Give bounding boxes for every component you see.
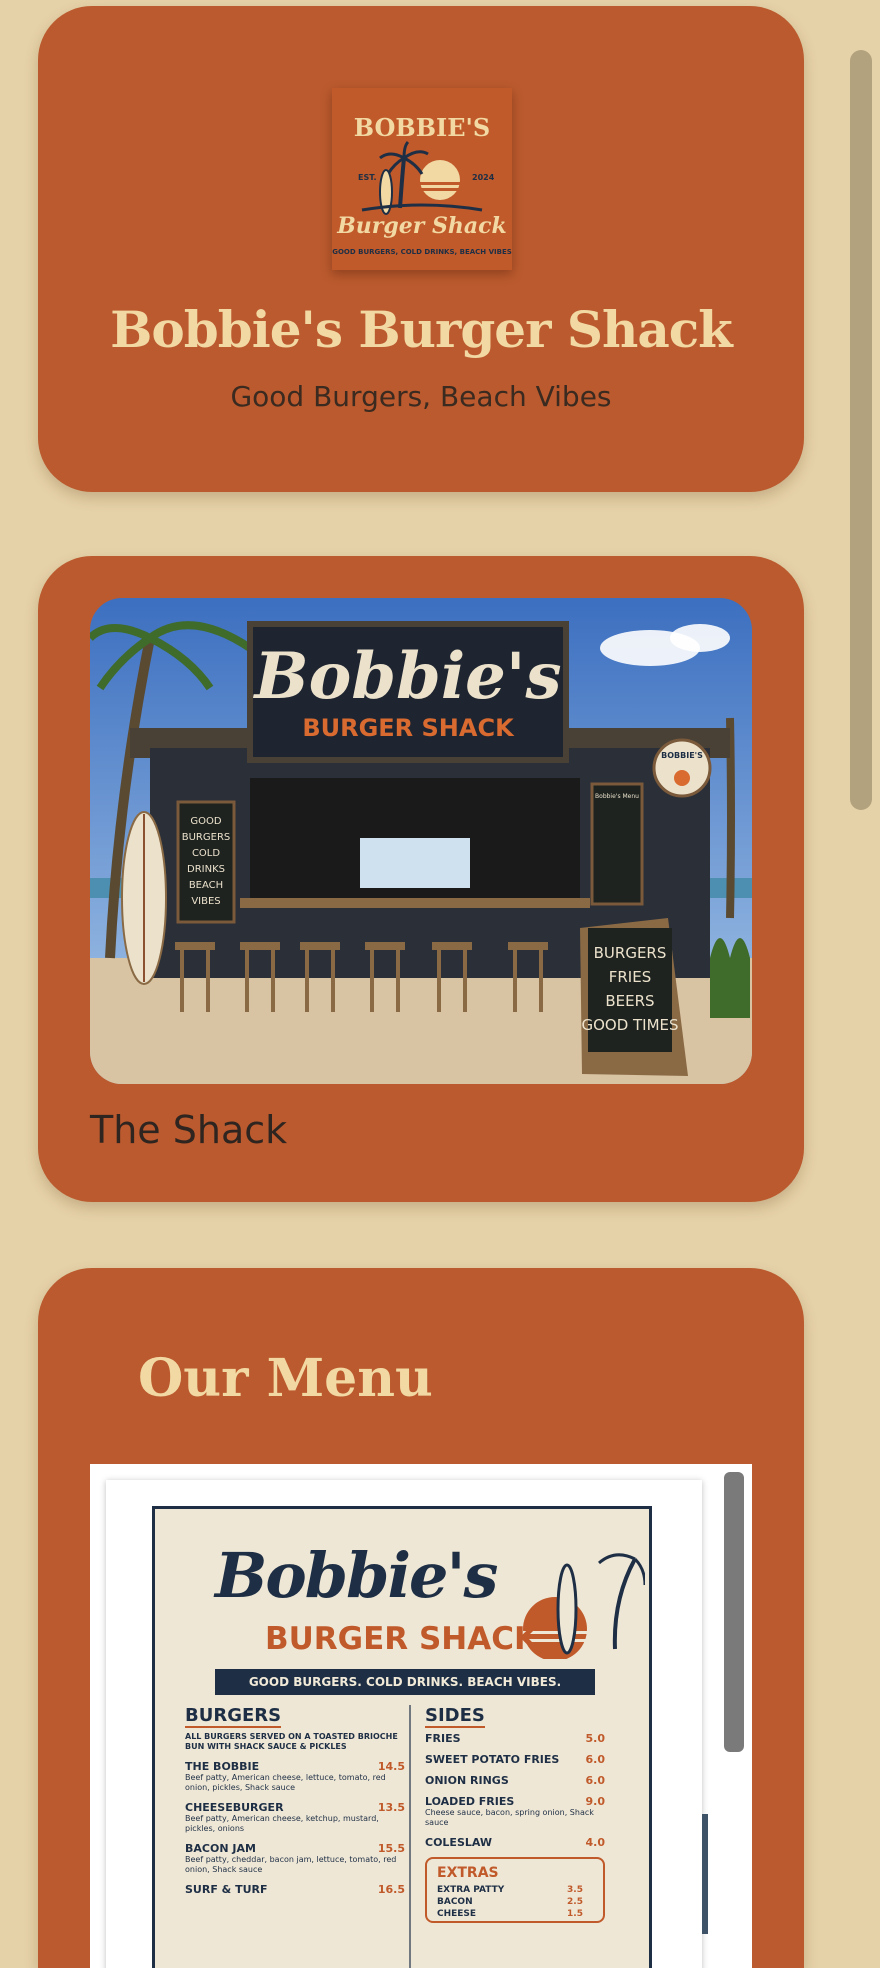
- menu-title-script: Bobbie's: [215, 1539, 498, 1612]
- menu-document: Bobbie's BURGER SHACK GOOD BURGERS. COLD…: [152, 1506, 652, 1968]
- brand-logo: BOBBIE'S EST. 2024 Burger Shack GOOD BUR…: [332, 88, 512, 270]
- menu-pdf-viewer[interactable]: Bobbie's BURGER SHACK GOOD BURGERS. COLD…: [90, 1464, 752, 1968]
- menu-card: Our Menu Bobbie's BURGER SHACK GOOD BURG…: [38, 1268, 804, 1968]
- menu-item-price: 13.5: [377, 1801, 405, 1814]
- burgers-column: BURGERS ALL BURGERS SERVED ON A TOASTED …: [185, 1705, 405, 1904]
- viewer-scrollbar-thumb[interactable]: [724, 1472, 744, 1752]
- shack-photo: Bobbie's BURGER SHACK GOOD BURGERS COLD …: [90, 598, 752, 1084]
- header-card: BOBBIE'S EST. 2024 Burger Shack GOOD BUR…: [38, 6, 804, 492]
- logo-name: BOBBIE'S: [354, 113, 490, 142]
- next-page-edge: [702, 1814, 708, 1934]
- column-divider: [409, 1705, 411, 1968]
- menu-board-title: Bobbie's Menu: [595, 793, 639, 800]
- menu-item-name: BACON JAM: [185, 1842, 256, 1855]
- chalk-line-6: VIBES: [191, 896, 220, 907]
- extras-item-name: BACON: [437, 1897, 473, 1907]
- shack-sign-sub: BURGER SHACK: [302, 714, 515, 742]
- extras-item: CHEESE 1.5: [437, 1909, 593, 1921]
- menu-item: ONION RINGS 6.0: [425, 1774, 605, 1787]
- extras-heading: EXTRAS: [437, 1865, 499, 1881]
- menu-heading: Our Menu: [138, 1348, 433, 1409]
- burgers-heading: BURGERS: [185, 1705, 282, 1728]
- extras-item-name: EXTRA PATTY: [437, 1885, 505, 1895]
- menu-item: LOADED FRIES 9.0 Cheese sauce, bacon, sp…: [425, 1795, 605, 1828]
- menu-item-name: SWEET POTATO FRIES: [425, 1753, 560, 1766]
- menu-item-desc: Beef patty, American cheese, ketchup, mu…: [185, 1814, 379, 1833]
- menu-item-name: LOADED FRIES: [425, 1795, 515, 1808]
- round-sign-text: BOBBIE'S: [661, 751, 703, 760]
- extras-item-price: 1.5: [567, 1909, 583, 1919]
- menu-item-price: 5.0: [585, 1732, 606, 1745]
- menu-item-desc: Cheese sauce, bacon, spring onion, Shack…: [425, 1808, 594, 1827]
- chalk-line-2: BURGERS: [182, 832, 231, 843]
- menu-item-desc: Beef patty, American cheese, lettuce, to…: [185, 1773, 386, 1792]
- menu-item: COLESLAW 4.0: [425, 1836, 605, 1849]
- logo-script: Burger Shack: [336, 213, 507, 239]
- page-scrollbar-thumb[interactable]: [850, 50, 872, 810]
- brand-logo-graphic: BOBBIE'S EST. 2024 Burger Shack GOOD BUR…: [332, 88, 512, 270]
- menu-item-name: COLESLAW: [425, 1836, 493, 1849]
- burgers-note: ALL BURGERS SERVED ON A TOASTED BRIOCHE …: [185, 1732, 398, 1751]
- menu-item-name: ONION RINGS: [425, 1774, 509, 1787]
- board-line-3: BEERS: [605, 992, 654, 1010]
- menu-item-price: 6.0: [585, 1753, 606, 1766]
- chalk-line-5: BEACH: [189, 880, 223, 891]
- board-line-1: BURGERS: [594, 944, 667, 962]
- chalk-line-1: GOOD: [190, 816, 221, 827]
- menu-strap: GOOD BURGERS. COLD DRINKS. BEACH VIBES.: [215, 1669, 595, 1695]
- menu-item-price: 9.0: [585, 1795, 606, 1808]
- shack-sign-script: Bobbie's: [253, 639, 562, 714]
- shack-caption: The Shack: [90, 1108, 288, 1152]
- chalk-line-3: COLD: [192, 848, 220, 859]
- logo-arc-text: GOOD BURGERS, COLD DRINKS, BEACH VIBES: [332, 248, 512, 256]
- menu-item-price: 4.0: [585, 1836, 606, 1849]
- sides-heading: SIDES: [425, 1705, 485, 1728]
- shack-card: Bobbie's BURGER SHACK GOOD BURGERS COLD …: [38, 556, 804, 1202]
- extras-item: BACON 2.5: [437, 1897, 593, 1909]
- page-title: Bobbie's Burger Shack: [110, 300, 733, 359]
- menu-page: Bobbie's BURGER SHACK GOOD BURGERS. COLD…: [106, 1480, 702, 1968]
- extras-item-price: 3.5: [567, 1885, 583, 1895]
- menu-item: THE BOBBIE 14.5 Beef patty, American che…: [185, 1760, 405, 1793]
- menu-item: SURF & TURF 16.5: [185, 1883, 405, 1896]
- menu-item-name: CHEESEBURGER: [185, 1801, 284, 1814]
- board-line-4: GOOD TIMES: [581, 1016, 678, 1034]
- extras-item-name: CHEESE: [437, 1909, 477, 1919]
- menu-item-desc: Beef patty, cheddar, bacon jam, lettuce,…: [185, 1855, 397, 1874]
- board-line-2: FRIES: [609, 968, 651, 986]
- menu-item-name: SURF & TURF: [185, 1883, 268, 1896]
- menu-item-price: 14.5: [377, 1760, 405, 1773]
- menu-item-price: 15.5: [377, 1842, 405, 1855]
- menu-item-name: THE BOBBIE: [185, 1760, 260, 1773]
- menu-title-sub: BURGER SHACK: [265, 1621, 538, 1657]
- menu-item: SWEET POTATO FRIES 6.0: [425, 1753, 605, 1766]
- menu-item-price: 6.0: [585, 1774, 606, 1787]
- tagline: Good Burgers, Beach Vibes: [230, 380, 612, 413]
- sides-column: SIDES FRIES 5.0 SWEET POTATO FRIES 6.0 O…: [425, 1705, 605, 1923]
- extras-box: EXTRAS EXTRA PATTY 3.5 BACON 2.5 CHEESE …: [425, 1857, 605, 1923]
- menu-item: FRIES 5.0: [425, 1732, 605, 1745]
- menu-item-name: FRIES: [425, 1732, 461, 1745]
- logo-est: EST.: [358, 173, 377, 182]
- extras-item: EXTRA PATTY 3.5: [437, 1885, 593, 1897]
- menu-item-price: 16.5: [377, 1883, 405, 1896]
- menu-item: BACON JAM 15.5 Beef patty, cheddar, baco…: [185, 1842, 405, 1875]
- page-scrollbar[interactable]: [850, 50, 872, 810]
- shack-photo-illustration: Bobbie's BURGER SHACK GOOD BURGERS COLD …: [90, 598, 752, 1084]
- logo-year: 2024: [472, 173, 495, 182]
- menu-item: CHEESEBURGER 13.5 Beef patty, American c…: [185, 1801, 405, 1834]
- chalk-line-4: DRINKS: [187, 864, 225, 875]
- extras-item-price: 2.5: [567, 1897, 583, 1907]
